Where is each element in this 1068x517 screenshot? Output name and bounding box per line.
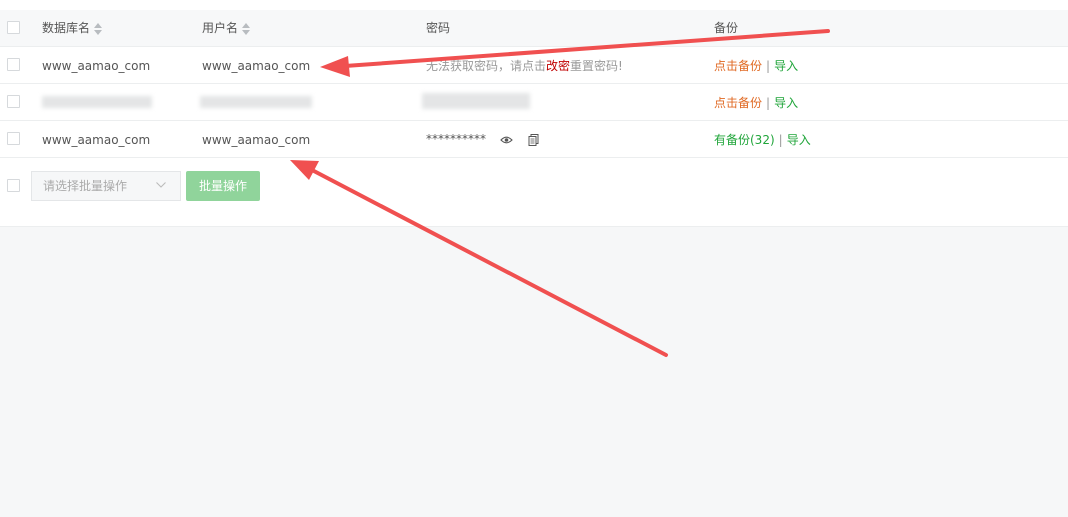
table-header: 数据库名 用户名 密码 备份: [0, 10, 1068, 47]
separator: |: [766, 96, 771, 110]
copy-icon[interactable]: [527, 133, 540, 146]
username-cell: www_aamao_com: [202, 59, 311, 73]
header-username-label: 用户名: [202, 21, 239, 35]
username-cell: www_aamao_com: [202, 133, 311, 147]
import-link[interactable]: 导入: [774, 59, 798, 73]
change-password-link[interactable]: 改密: [546, 59, 570, 73]
row-checkbox[interactable]: [7, 95, 20, 108]
backup-link[interactable]: 点击备份: [714, 96, 762, 110]
password-cell-redacted: [422, 93, 530, 109]
backup-cell: 点击备份 | 导入: [714, 59, 798, 73]
header-db-name-label: 数据库名: [42, 21, 91, 35]
masked-password: **********: [426, 132, 486, 146]
table-row: www_aamao_com www_aamao_com ********** 有…: [0, 121, 1068, 158]
backup-link[interactable]: 点击备份: [714, 59, 762, 73]
backup-cell: 有备份(32) | 导入: [714, 133, 811, 147]
import-link[interactable]: 导入: [787, 133, 811, 147]
sort-icon[interactable]: [94, 22, 103, 35]
username-cell-redacted: [200, 96, 312, 108]
db-name-cell: www_aamao_com: [42, 133, 151, 147]
header-backup: 备份: [714, 21, 739, 35]
row-checkbox[interactable]: [7, 58, 20, 71]
header-username[interactable]: 用户名: [202, 21, 251, 35]
db-name-cell-redacted: [42, 96, 152, 108]
separator: |: [766, 59, 771, 73]
password-message: 无法获取密码，请点击: [426, 59, 547, 73]
table-row: 点击备份 | 导入: [0, 84, 1068, 121]
batch-select-placeholder: 请选择批量操作: [43, 179, 128, 193]
header-db-name[interactable]: 数据库名: [42, 21, 103, 35]
separator: |: [778, 133, 783, 147]
chevron-down-icon: [156, 182, 166, 188]
row-checkbox[interactable]: [7, 132, 20, 145]
batch-operation-select[interactable]: 请选择批量操作: [31, 171, 181, 201]
backup-cell: 点击备份 | 导入: [714, 96, 798, 110]
database-panel: 数据库名 用户名 密码 备份 www_aamao_com www_aamao_c…: [0, 0, 1068, 227]
batch-select-checkbox[interactable]: [7, 179, 20, 192]
backup-count-link[interactable]: 有备份(32): [714, 133, 775, 147]
password-message-suffix: 重置密码!: [570, 59, 623, 73]
header-password: 密码: [426, 21, 451, 35]
password-cell: 无法获取密码，请点击改密重置密码!: [426, 59, 623, 73]
sort-icon[interactable]: [242, 22, 251, 35]
password-cell: **********: [426, 132, 540, 146]
db-name-cell: www_aamao_com: [42, 59, 151, 73]
import-link[interactable]: 导入: [774, 96, 798, 110]
table-row: www_aamao_com www_aamao_com 无法获取密码，请点击改密…: [0, 47, 1068, 84]
batch-operation-button[interactable]: 批量操作: [186, 171, 260, 201]
eye-icon[interactable]: [500, 134, 513, 146]
select-all-checkbox[interactable]: [7, 21, 20, 34]
